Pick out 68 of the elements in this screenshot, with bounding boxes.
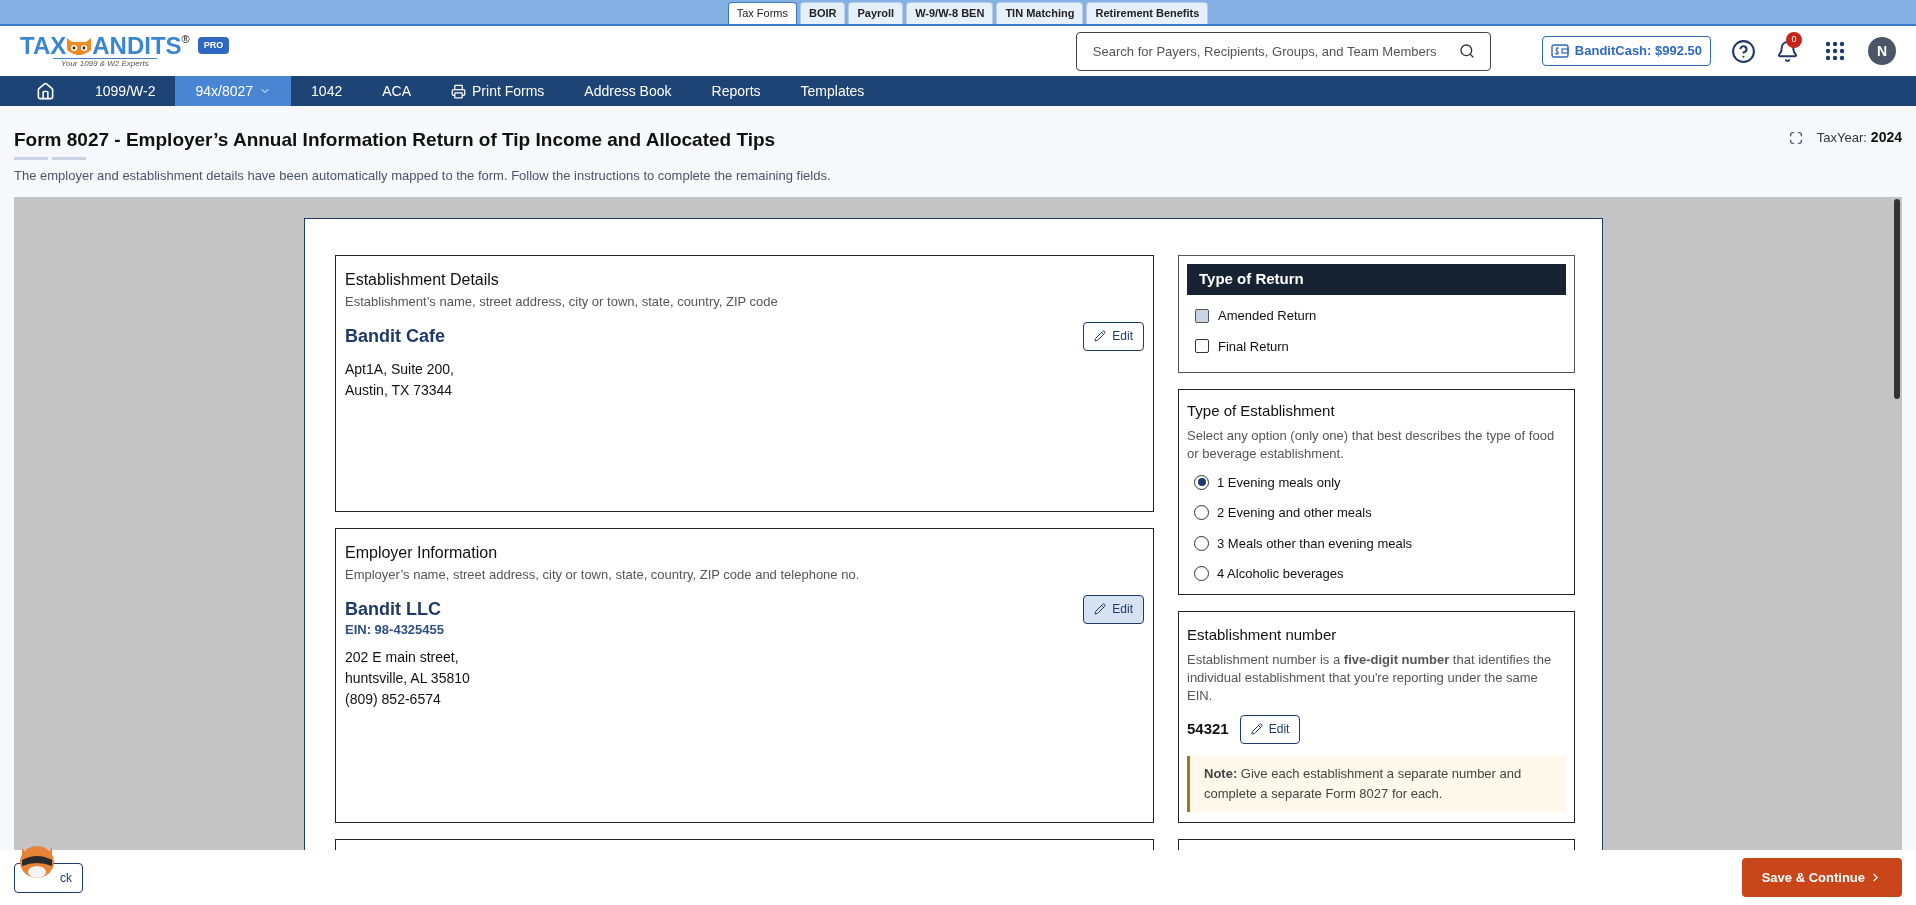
nav-item[interactable]: 1042 bbox=[291, 76, 363, 106]
printer-icon bbox=[451, 83, 466, 99]
help-icon[interactable] bbox=[1731, 38, 1756, 64]
card-hint: Employer’s name, street address, city or town, state, country, ZIP code and telephone no. bbox=[345, 566, 861, 584]
search-field[interactable]: Search for Payers, Recipients, Groups, and Team Members bbox=[1075, 31, 1491, 71]
notification-count-badge: 0 bbox=[1786, 31, 1802, 48]
search-icon bbox=[1458, 42, 1475, 59]
establishment-name: Bandit Cafe bbox=[345, 324, 445, 348]
logo-tagline: Your 1099 & W2 Experts bbox=[53, 57, 157, 69]
nav-item[interactable]: Address Book bbox=[564, 76, 692, 106]
radio-label: 3 Meals other than evening meals bbox=[1217, 534, 1413, 553]
top-tab[interactable]: Payroll bbox=[848, 2, 904, 24]
logo-text: ANDITS bbox=[92, 33, 182, 58]
employer-name: Bandit LLC bbox=[345, 597, 441, 621]
tax-year-value: 2024 bbox=[1870, 128, 1902, 147]
radio-label: 4 Alcoholic beverages bbox=[1217, 565, 1344, 583]
pencil-icon bbox=[1094, 330, 1107, 342]
pencil-icon bbox=[1094, 603, 1107, 615]
radio-label: 1 Evening meals only bbox=[1217, 473, 1341, 492]
pencil-icon bbox=[1250, 723, 1263, 735]
checkbox[interactable] bbox=[1195, 308, 1209, 323]
logo-text: TAX bbox=[20, 33, 67, 58]
edit-button[interactable]: Edit bbox=[1083, 321, 1144, 351]
address-line: (809) 852-6574 bbox=[345, 690, 442, 709]
nav-item[interactable]: Templates bbox=[780, 76, 885, 106]
wallet-icon bbox=[1550, 44, 1569, 58]
bandit-cash-button[interactable]: BanditCash: $992.50 bbox=[1541, 36, 1711, 66]
top-tab[interactable]: BOIR bbox=[799, 2, 846, 24]
nav-menu-item[interactable]: 94x/8027 bbox=[175, 76, 292, 106]
pro-badge: PRO bbox=[197, 36, 230, 54]
top-tab[interactable]: TIN Matching bbox=[996, 2, 1084, 24]
address-line: 202 E main street, bbox=[345, 648, 460, 667]
nav-item[interactable]: ACA bbox=[362, 76, 431, 106]
top-tab[interactable]: W-9/W-8 BEN bbox=[906, 2, 994, 24]
save-continue-button[interactable]: Save & Continue bbox=[1741, 858, 1902, 897]
card-heading: Establishment number bbox=[1187, 625, 1338, 645]
user-avatar[interactable]: N bbox=[1868, 37, 1896, 65]
edit-button[interactable]: Edit bbox=[1083, 594, 1144, 624]
card-heading: Type of Establishment bbox=[1187, 401, 1336, 421]
nav-item[interactable]: Reports bbox=[691, 76, 781, 106]
owl-face-icon bbox=[66, 35, 93, 58]
apps-grid-icon[interactable] bbox=[1825, 41, 1845, 61]
nav-item[interactable]: 1099/W-2 bbox=[75, 76, 176, 106]
top-tab[interactable]: Retirement Benefits bbox=[1086, 2, 1209, 24]
card-heading: Employer Information bbox=[345, 543, 499, 563]
expand-icon[interactable] bbox=[1788, 131, 1803, 145]
nav-item[interactable]: Print Forms bbox=[431, 76, 565, 106]
card-heading: Establishment Details bbox=[345, 270, 500, 290]
registered-mark: ® bbox=[181, 33, 190, 45]
address-line: Apt1A, Suite 200, bbox=[345, 359, 455, 379]
top-tab[interactable]: Tax Forms bbox=[727, 2, 797, 24]
card-hint: Establishment number is a five-digit number that identifies the individual establishment that you're reporting under the same EIN. bbox=[1187, 650, 1553, 705]
address-line: huntsville, AL 35810 bbox=[345, 669, 471, 688]
card-hint: Select any option (only one) that best describes the type of food or beverage establishment. bbox=[1187, 426, 1556, 463]
ein-text: EIN: 98-4325455 bbox=[345, 620, 445, 639]
note-callout: Note: Give each establishment a separate number and complete a separate Form 8027 for each. bbox=[1187, 755, 1566, 812]
address-line: Austin, TX 73344 bbox=[345, 380, 454, 400]
establishment-number-value: 54321 bbox=[1187, 718, 1229, 739]
checkbox-label: Amended Return bbox=[1218, 307, 1317, 325]
checkbox[interactable] bbox=[1195, 339, 1209, 354]
card-hint: Establishment’s name, street address, city or town, state, country, ZIP code bbox=[345, 293, 779, 311]
tax-year-label: TaxYear: bbox=[1816, 129, 1867, 147]
edit-button[interactable]: Edit bbox=[1239, 714, 1301, 744]
page-title: Form 8027 - Employer’s Annual Information Return of Tip Income and Allocated Tips bbox=[14, 128, 777, 152]
radio-label: 2 Evening and other meals bbox=[1217, 504, 1372, 522]
section-header: Type of Return bbox=[1187, 264, 1566, 295]
page-subtitle: The employer and establishment details have been automatically mapped to the form. Follow the instructions to complete the remaining fields. bbox=[14, 166, 832, 185]
checkbox-label: Final Return bbox=[1218, 337, 1289, 356]
